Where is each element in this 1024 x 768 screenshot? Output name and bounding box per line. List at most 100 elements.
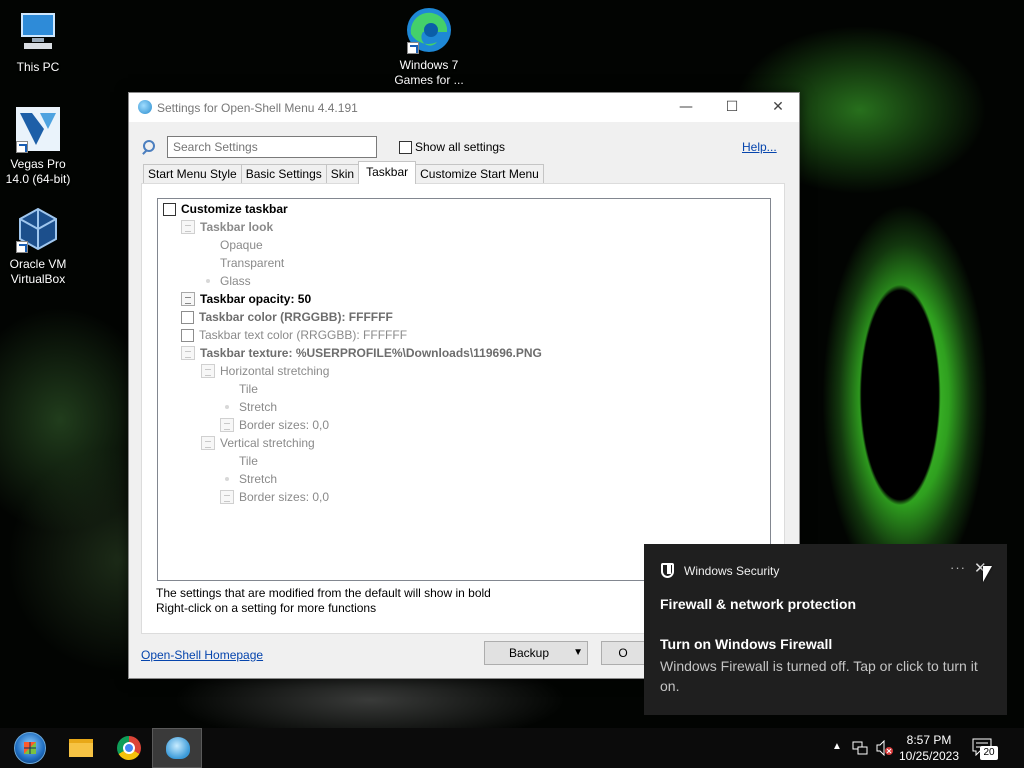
shield-icon — [661, 563, 674, 578]
mouse-cursor-icon — [983, 566, 992, 582]
search-icon — [141, 140, 155, 154]
desktop-icon-label: Windows 7 Games for ... — [394, 58, 464, 87]
tree-item-label: Taskbar look — [200, 220, 274, 234]
settings-tree[interactable]: Customize taskbar Taskbar look Opaque Tr… — [157, 198, 771, 581]
tree-item-h-tile[interactable]: Tile — [220, 380, 258, 398]
chrome-icon — [117, 736, 141, 760]
tab-basic-settings[interactable]: Basic Settings — [240, 164, 327, 184]
tree-item-v-stretch[interactable]: Stretch — [220, 470, 277, 488]
tab-taskbar[interactable]: Taskbar — [358, 161, 417, 184]
tab-skin[interactable]: Skin — [325, 164, 360, 184]
clock-date: 10/25/2023 — [898, 749, 960, 763]
taskbar-chrome[interactable] — [106, 728, 154, 768]
setting-icon — [201, 364, 215, 378]
tree-item-label: Customize taskbar — [181, 202, 288, 216]
help-link[interactable]: Help... — [742, 140, 777, 154]
notification-app-name: Windows Security — [684, 564, 780, 578]
note-bold-text: The settings that are modified from the … — [156, 586, 491, 600]
show-hidden-icons-chevron-icon[interactable]: ▲ — [832, 741, 842, 768]
tree-item-label: Taskbar texture: %USERPROFILE%\Downloads… — [200, 346, 542, 360]
tree-item-label: Taskbar color (RRGGBB): FFFFFF — [199, 310, 393, 324]
edge-icon — [405, 6, 453, 54]
ok-button[interactable]: O — [601, 641, 645, 665]
tree-item-opaque[interactable]: Opaque — [201, 236, 263, 254]
checkbox-box[interactable] — [163, 202, 176, 216]
tree-item-taskbar-texture[interactable]: Taskbar texture: %USERPROFILE%\Downloads… — [181, 344, 542, 362]
system-clock[interactable]: 8:57 PM 10/25/2023 — [896, 732, 962, 764]
radio-icon — [201, 238, 215, 252]
folder-icon — [69, 739, 93, 757]
start-button[interactable] — [4, 728, 52, 768]
tab-start-menu-style[interactable]: Start Menu Style — [143, 164, 242, 184]
radio-icon — [220, 454, 234, 468]
notification-body: Windows Firewall is turned off. Tap or c… — [660, 658, 978, 694]
radio-selected-icon — [220, 400, 234, 414]
tree-item-label: Opaque — [220, 238, 263, 252]
note-right-click-text: Right-click on a setting for more functi… — [156, 601, 377, 615]
radio-selected-icon — [220, 472, 234, 486]
taskbar: ▲ 8:57 PM 10/25/2023 — [0, 728, 1024, 768]
tree-item-h-stretch[interactable]: Stretch — [220, 398, 277, 416]
desktop-icon-this-pc[interactable]: This PC — [0, 8, 76, 75]
desktop-icon-label: This PC — [16, 60, 60, 74]
tree-item-v-tile[interactable]: Tile — [220, 452, 258, 470]
title-bar[interactable]: Settings for Open-Shell Menu 4.4.191 — ☐… — [129, 93, 799, 122]
setting-icon — [181, 346, 195, 360]
checkbox-box[interactable] — [181, 328, 194, 342]
close-button[interactable]: ✕ — [755, 93, 801, 122]
tree-item-label: Stretch — [239, 472, 278, 486]
tree-item-taskbar-look[interactable]: Taskbar look — [181, 218, 273, 236]
backup-button[interactable]: Backup ▼ — [484, 641, 588, 665]
setting-icon — [220, 418, 234, 432]
desktop-icon-virtualbox[interactable]: Oracle VM VirtualBox — [0, 205, 76, 287]
tree-item-glass[interactable]: Glass — [201, 272, 251, 290]
tree-item-label: Taskbar text color (RRGGBB): FFFFFF — [199, 328, 408, 342]
tree-item-customize-taskbar[interactable]: Customize taskbar — [163, 200, 288, 218]
open-shell-icon — [138, 100, 152, 114]
show-all-settings-checkbox[interactable]: Show all settings — [399, 140, 505, 154]
tree-item-label: Tile — [239, 454, 258, 468]
setting-icon — [181, 220, 195, 234]
tree-item-label: Horizontal stretching — [220, 364, 330, 378]
tree-item-label: Border sizes: 0,0 — [239, 490, 330, 504]
taskbar-open-shell-settings[interactable] — [152, 728, 202, 768]
tree-item-taskbar-color[interactable]: Taskbar color (RRGGBB): FFFFFF — [181, 308, 393, 326]
desktop-icon-label: Vegas Pro 14.0 (64-bit) — [5, 157, 71, 186]
checkbox-box[interactable] — [399, 140, 412, 154]
radio-icon — [220, 382, 234, 396]
tree-item-horizontal-stretching[interactable]: Horizontal stretching — [201, 362, 329, 380]
tree-item-transparent[interactable]: Transparent — [201, 254, 284, 272]
clock-time: 8:57 PM — [906, 733, 952, 747]
tree-item-taskbar-opacity[interactable]: Taskbar opacity: 50 — [181, 290, 311, 308]
virtualbox-icon — [14, 205, 62, 253]
vegas-pro-icon — [14, 105, 62, 153]
desktop-icon-windows7-games[interactable]: Windows 7 Games for ... — [391, 6, 467, 88]
desktop-icon-label: Oracle VM VirtualBox — [9, 257, 67, 286]
tree-item-label: Stretch — [239, 400, 278, 414]
maximize-button[interactable]: ☐ — [709, 93, 755, 122]
minimize-button[interactable]: — — [663, 93, 709, 122]
tree-item-label: Vertical stretching — [220, 436, 315, 450]
volume-muted-icon[interactable] — [876, 739, 894, 768]
setting-icon — [181, 292, 195, 306]
checkbox-box[interactable] — [181, 310, 194, 324]
tree-item-vertical-stretching[interactable]: Vertical stretching — [201, 434, 315, 452]
open-shell-homepage-link[interactable]: Open-Shell Homepage — [141, 648, 263, 662]
tree-item-h-border-sizes[interactable]: Border sizes: 0,0 — [220, 416, 329, 434]
setting-icon — [220, 490, 234, 504]
notification-heading: Firewall & network protection — [660, 596, 857, 612]
desktop-icon-vegas-pro[interactable]: Vegas Pro 14.0 (64-bit) — [0, 105, 76, 187]
window-title: Settings for Open-Shell Menu 4.4.191 — [157, 101, 358, 115]
tree-item-label: Transparent — [220, 256, 285, 270]
more-options-icon[interactable]: ··· — [950, 560, 966, 575]
taskbar-file-explorer[interactable] — [56, 728, 104, 768]
windows-logo-icon — [14, 732, 46, 764]
radio-selected-icon — [201, 274, 215, 288]
search-input[interactable] — [167, 136, 377, 158]
tree-item-v-border-sizes[interactable]: Border sizes: 0,0 — [220, 488, 329, 506]
tree-item-taskbar-text-color[interactable]: Taskbar text color (RRGGBB): FFFFFF — [181, 326, 407, 344]
tab-customize-start-menu[interactable]: Customize Start Menu — [415, 164, 544, 184]
radio-icon — [201, 256, 215, 270]
windows-security-notification[interactable]: Windows Security ··· ✕ Firewall & networ… — [644, 544, 1007, 715]
network-icon[interactable] — [852, 740, 868, 768]
